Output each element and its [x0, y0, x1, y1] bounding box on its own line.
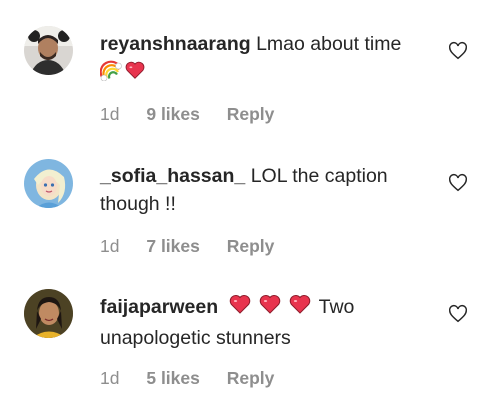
comment-text: Lmao about time [256, 33, 402, 55]
username-link[interactable]: reyanshnaarang [100, 33, 251, 55]
reply-button[interactable]: Reply [227, 368, 275, 388]
comment-item: faijaparween Two unapologetic stunners 1… [0, 270, 501, 412]
reply-button[interactable]: Reply [227, 104, 275, 124]
heart-emoji [288, 292, 312, 324]
username-link[interactable]: faijaparween [100, 296, 218, 318]
comment-timestamp[interactable]: 1d [100, 104, 119, 124]
likes-count-link[interactable]: 7 likes [146, 236, 200, 256]
comment-text-block: reyanshnaarang Lmao about time [99, 30, 435, 89]
comment-text-block: faijaparween Two unapologetic stunners [100, 292, 435, 352]
avatar[interactable] [24, 26, 73, 75]
comment-text-block: _sofia_hassan_ LOL the caption though !! [100, 162, 435, 218]
reply-button[interactable]: Reply [227, 236, 275, 256]
comment-item: _sofia_hassan_ LOL the caption though !!… [0, 135, 501, 270]
username-link[interactable]: _sofia_hassan_ [100, 165, 245, 187]
comment-meta: 1d 5 likes Reply [100, 368, 274, 388]
like-heart-icon[interactable] [447, 40, 469, 62]
comment-item: reyanshnaarang Lmao about time 1d 9 like… [0, 0, 501, 135]
likes-count-link[interactable]: 5 likes [146, 368, 200, 388]
rainbow-emoji [99, 59, 122, 89]
like-heart-icon[interactable] [447, 172, 469, 194]
comment-meta: 1d 7 likes Reply [100, 236, 274, 256]
heart-emoji [228, 292, 252, 324]
likes-count-link[interactable]: 9 likes [146, 104, 200, 124]
comment-meta: 1d 9 likes Reply [100, 104, 274, 124]
like-heart-icon[interactable] [447, 303, 469, 325]
avatar[interactable] [24, 159, 73, 208]
avatar[interactable] [24, 289, 73, 338]
comment-timestamp[interactable]: 1d [100, 368, 119, 388]
heart-emoji [124, 59, 146, 89]
comment-timestamp[interactable]: 1d [100, 236, 119, 256]
heart-emoji [258, 292, 282, 324]
